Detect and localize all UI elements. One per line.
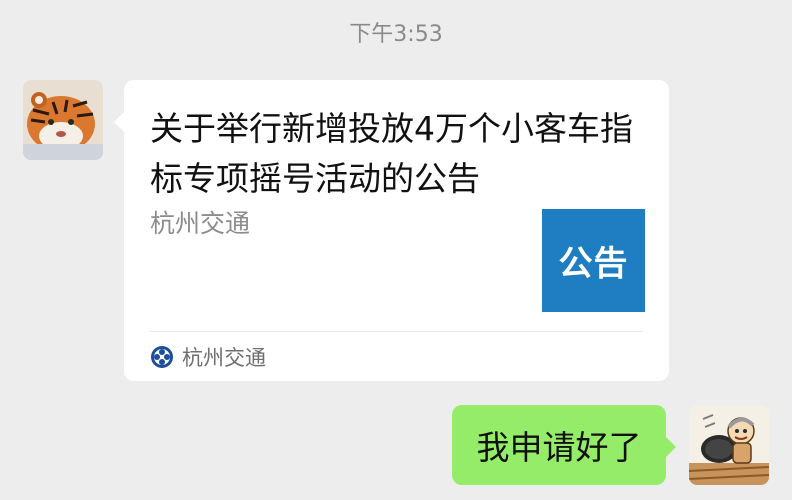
outgoing-message-bubble[interactable]: 我申请好了: [452, 405, 676, 485]
cartoon-character-avatar-icon: [689, 405, 769, 485]
official-account-logo-icon: [151, 346, 173, 368]
thumbnail-label: 公告: [558, 244, 629, 284]
card-divider: [150, 331, 643, 332]
chat-screen: 下午3:53 关于举行新增投放4万个小客车指标专项摇号活动的公告 杭州交通 公告: [0, 0, 792, 500]
article-card[interactable]: 关于举行新增投放4万个小客车指标专项摇号活动的公告 杭州交通 公告 杭州交通: [114, 80, 669, 381]
article-title: 关于举行新增投放4万个小客车指标专项摇号活动的公告: [150, 109, 633, 198]
tiger-avatar-icon: [23, 80, 103, 160]
outgoing-message-text: 我申请好了: [476, 428, 642, 467]
article-source: 杭州交通: [150, 209, 251, 238]
official-account-name: 杭州交通: [182, 346, 266, 370]
official-account-footer[interactable]: 杭州交通: [150, 342, 266, 372]
self-avatar[interactable]: [689, 405, 769, 485]
article-thumbnail: 公告: [542, 209, 645, 312]
message-timestamp: 下午3:53: [349, 22, 443, 47]
sender-avatar[interactable]: [23, 80, 103, 160]
